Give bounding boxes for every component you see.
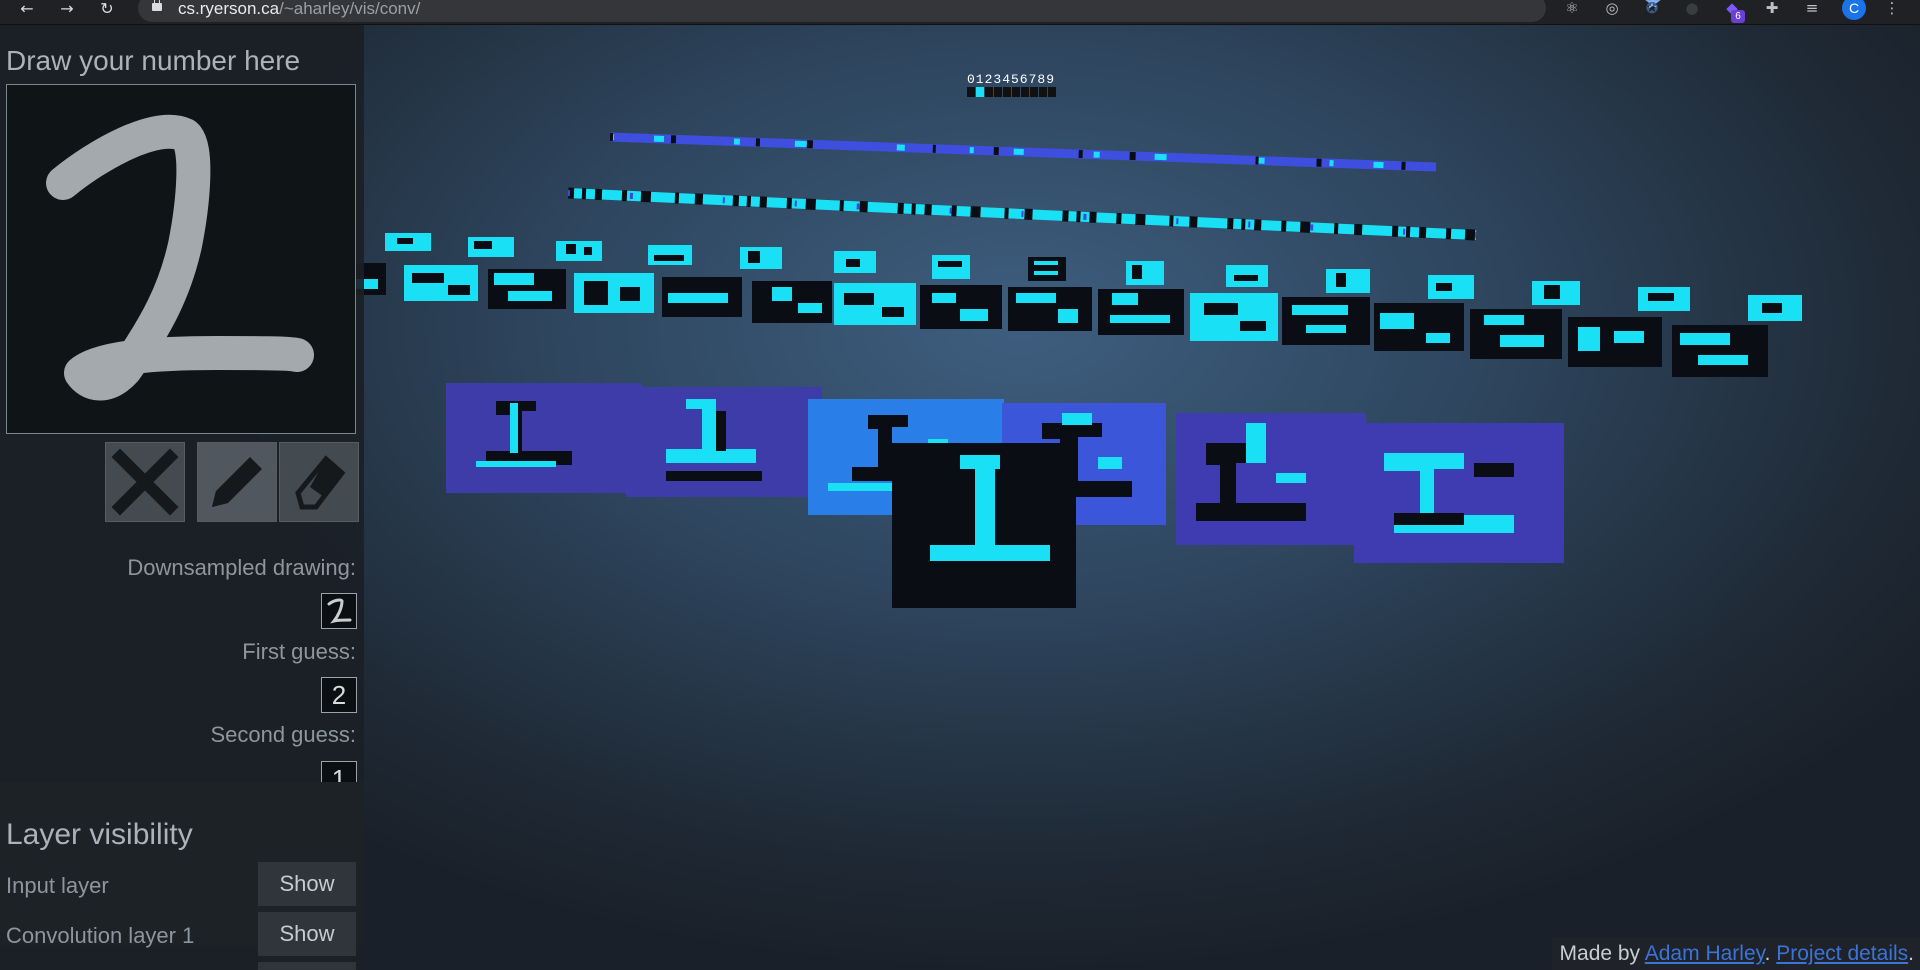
extension-badge-count: 6 [1731,10,1745,23]
author-link[interactable]: Adam Harley [1645,942,1765,965]
show-input-layer-button[interactable]: Show [258,862,356,906]
downsampled-thumbnail [321,593,357,629]
target-extension-icon[interactable]: ◎ [1602,0,1622,20]
input-layer [892,443,1076,608]
back-arrow-icon[interactable]: ← [14,0,40,22]
url-text: cs.ryerson.ca/~aharley/vis/conv/ [178,0,421,18]
address-bar[interactable]: cs.ryerson.ca/~aharley/vis/conv/ ★ [138,0,1662,22]
layer-label-input: Input layer [6,873,109,898]
menu-kebab-icon[interactable]: ⋮ [1882,0,1902,20]
credit-footer: Made by Adam Harley. Project details. [1551,937,1920,970]
downsampled-label: Downsampled drawing: [127,555,356,580]
clear-icon [111,448,179,516]
puzzle-extensions-icon[interactable]: ✚ [1762,0,1782,20]
output-layer [967,87,1056,97]
react-devtools-icon[interactable]: ⚛ [1562,0,1582,20]
second-guess-label: Second guess: [210,722,356,747]
clear-button[interactable] [105,442,185,522]
extension-icon-dim[interactable]: ● [1682,0,1702,20]
draw-title: Draw your number here [6,45,301,76]
layer-label-conv1: Convolution layer 1 [6,923,195,948]
first-guess-label: First guess: [242,639,356,664]
forward-arrow-icon[interactable]: → [54,0,80,22]
pencil-icon [212,457,262,507]
lock-icon [152,0,162,11]
fully-connected-layer-1 [567,187,1477,241]
first-guess-value: 2 [321,677,357,713]
extension-icon[interactable]: ✪ [1642,0,1662,20]
show-next-layer-button[interactable] [258,962,356,970]
eraser-icon [295,455,346,510]
media-queue-icon[interactable]: ≡ [1802,0,1822,20]
credit-separator: . [1764,942,1777,965]
eraser-button[interactable] [279,442,359,522]
credit-prefix: Made by [1559,942,1645,965]
layer-visibility-title: Layer visibility [6,818,193,851]
output-digit-labels: 0123456789 [967,72,1055,87]
pencil-button[interactable] [197,442,277,522]
reload-icon[interactable]: ↻ [94,0,120,22]
browser-toolbar: ← → ↻ cs.ryerson.ca/~aharley/vis/conv/ ★… [0,0,1920,25]
show-conv1-layer-button[interactable]: Show [258,912,356,956]
fully-connected-layer-2 [609,132,1437,172]
project-details-link[interactable]: Project details [1776,942,1908,965]
profile-avatar[interactable]: C [1842,0,1866,20]
drawing-canvas[interactable] [6,84,356,434]
credit-suffix: . [1908,942,1914,965]
